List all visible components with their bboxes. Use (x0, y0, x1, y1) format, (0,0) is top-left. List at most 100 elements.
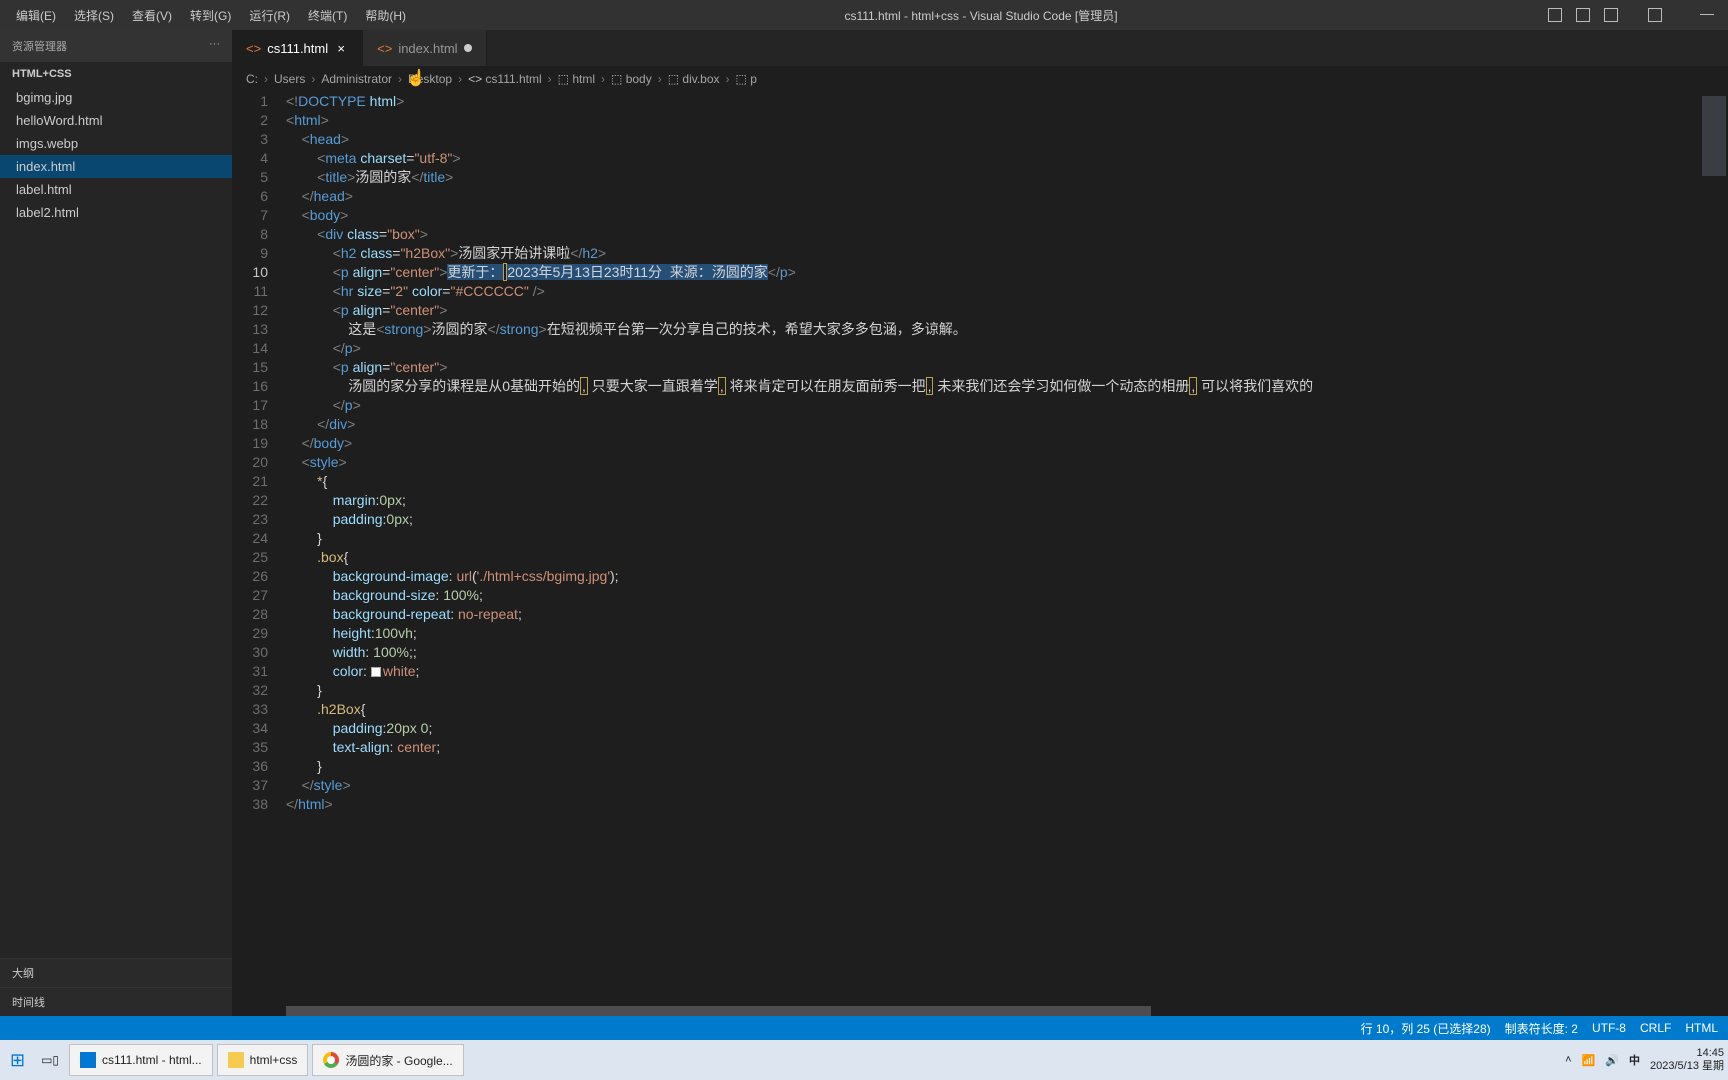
menu-item[interactable]: 帮助(H) (357, 3, 414, 28)
code-line[interactable]: background-image: url('./html+css/bgimg.… (286, 567, 1728, 586)
code-line[interactable]: *{ (286, 472, 1728, 491)
file-item[interactable]: imgs.webp (0, 132, 232, 155)
code-line[interactable]: </div> (286, 415, 1728, 434)
editor-tab[interactable]: <>index.html (363, 30, 486, 66)
code-line[interactable]: <html> (286, 111, 1728, 130)
code-line[interactable]: } (286, 681, 1728, 700)
menu-item[interactable]: 终端(T) (300, 3, 355, 28)
volume-icon[interactable]: 🔊 (1605, 1054, 1619, 1067)
menu-item[interactable]: 转到(G) (182, 3, 239, 28)
task-view-button[interactable]: ▭▯ (35, 1044, 65, 1076)
menu-item[interactable]: 编辑(E) (8, 3, 64, 28)
window-title: cs111.html - html+css - Visual Studio Co… (414, 7, 1548, 24)
breadcrumb-item[interactable]: ⬚ html (558, 72, 595, 86)
breadcrumb-item[interactable]: ⬚ div.box (668, 72, 720, 86)
code-line[interactable]: width: 100%;; (286, 643, 1728, 662)
code-editor[interactable]: 1234567891011121314151617181920212223242… (232, 92, 1728, 1016)
breadcrumb-item[interactable]: <> cs111.html (468, 72, 542, 86)
file-item[interactable]: label2.html (0, 201, 232, 224)
scrollbar-thumb[interactable] (286, 1006, 1151, 1016)
language-mode[interactable]: HTML (1685, 1021, 1718, 1035)
outline-section[interactable]: 大纲 (0, 958, 232, 987)
encoding[interactable]: UTF-8 (1592, 1021, 1626, 1035)
code-line[interactable]: <p align="center"> (286, 358, 1728, 377)
breadcrumb-item[interactable]: ⬚ p (736, 72, 757, 86)
line-number: 18 (232, 415, 268, 434)
project-name[interactable]: HTML+CSS (0, 62, 232, 86)
code-line[interactable]: <head> (286, 130, 1728, 149)
code-line[interactable]: </body> (286, 434, 1728, 453)
minimap[interactable] (1700, 92, 1728, 1016)
eol[interactable]: CRLF (1640, 1021, 1671, 1035)
file-item[interactable]: label.html (0, 178, 232, 201)
chevron-right-icon: › (726, 72, 730, 86)
code-line[interactable]: <div class="box"> (286, 225, 1728, 244)
code-line[interactable]: <p align="center"> (286, 301, 1728, 320)
cursor-position[interactable]: 行 10，列 25 (已选择28) (1361, 1020, 1491, 1037)
menu-item[interactable]: 选择(S) (66, 3, 122, 28)
code-line[interactable]: <h2 class="h2Box">汤圆家开始讲课啦</h2> (286, 244, 1728, 263)
code-line[interactable]: height:100vh; (286, 624, 1728, 643)
code-line[interactable]: padding:0px; (286, 510, 1728, 529)
code-line[interactable]: <style> (286, 453, 1728, 472)
code-line[interactable]: </p> (286, 396, 1728, 415)
menu-item[interactable]: 查看(V) (124, 3, 180, 28)
file-item[interactable]: index.html (0, 155, 232, 178)
code-line[interactable]: </head> (286, 187, 1728, 206)
clock[interactable]: 14:45 2023/5/13 星期 (1650, 1047, 1724, 1073)
code-line[interactable]: 这是<strong>汤圆的家</strong>在短视频平台第一次分享自己的技术，… (286, 320, 1728, 339)
code-content[interactable]: <!DOCTYPE html><html> <head> <meta chars… (286, 92, 1728, 1016)
code-line[interactable]: <hr size="2" color="#CCCCCC" /> (286, 282, 1728, 301)
timeline-section[interactable]: 时间线 (0, 987, 232, 1016)
minimize-icon[interactable] (1700, 14, 1714, 22)
code-line[interactable]: padding:20px 0; (286, 719, 1728, 738)
layout-secondary-side-icon[interactable] (1604, 8, 1618, 22)
code-line[interactable]: <meta charset="utf-8"> (286, 149, 1728, 168)
code-line[interactable]: <!DOCTYPE html> (286, 92, 1728, 111)
task-view-icon: ▭▯ (41, 1053, 59, 1067)
tab-size[interactable]: 制表符长度: 2 (1505, 1020, 1578, 1037)
file-icon: <> (246, 41, 261, 56)
start-button[interactable]: ⊞ (4, 1044, 31, 1076)
code-line[interactable]: background-size: 100%; (286, 586, 1728, 605)
code-line[interactable]: background-repeat: no-repeat; (286, 605, 1728, 624)
taskbar-app[interactable]: cs111.html - html... (69, 1044, 213, 1076)
code-line[interactable]: <body> (286, 206, 1728, 225)
taskbar-app[interactable]: html+css (217, 1044, 309, 1076)
horizontal-scrollbar[interactable] (286, 1006, 1728, 1016)
network-icon[interactable]: 📶 (1582, 1054, 1596, 1067)
code-line[interactable]: 汤圆的家分享的课程是从0基础开始的, 只要大家一直跟着学, 将来肯定可以在朋友面… (286, 377, 1728, 396)
chrome-icon (323, 1052, 339, 1068)
code-line[interactable]: </style> (286, 776, 1728, 795)
menu-item[interactable]: 运行(R) (241, 3, 298, 28)
code-line[interactable]: } (286, 757, 1728, 776)
taskbar-app[interactable]: 汤圆的家 - Google... (312, 1044, 463, 1076)
file-item[interactable]: bgimg.jpg (0, 86, 232, 109)
code-line[interactable]: margin:0px; (286, 491, 1728, 510)
code-line[interactable]: .h2Box{ (286, 700, 1728, 719)
layout-panel-icon[interactable] (1576, 8, 1590, 22)
layout-primary-side-icon[interactable] (1548, 8, 1562, 22)
code-line[interactable]: } (286, 529, 1728, 548)
code-line[interactable]: .box{ (286, 548, 1728, 567)
close-icon[interactable]: × (334, 42, 348, 56)
code-line[interactable]: color: white; (286, 662, 1728, 681)
code-line[interactable]: text-align: center; (286, 738, 1728, 757)
code-line[interactable]: </html> (286, 795, 1728, 814)
breadcrumb-item[interactable]: Users (274, 72, 305, 86)
code-line[interactable]: <p align="center">更新于：2023年5月13日23时11分 来… (286, 263, 1728, 282)
file-item[interactable]: helloWord.html (0, 109, 232, 132)
breadcrumb-item[interactable]: ⬚ body (611, 72, 652, 86)
ellipsis-icon[interactable]: ··· (209, 38, 220, 54)
tray-chevron-icon[interactable]: ˄ (1565, 1054, 1571, 1066)
layout-customize-icon[interactable] (1648, 8, 1662, 22)
code-line[interactable]: <title>汤圆的家</title> (286, 168, 1728, 187)
breadcrumb[interactable]: C:›Users›Administrator›Desktop›<> cs111.… (232, 66, 1728, 92)
breadcrumb-item[interactable]: Administrator (321, 72, 392, 86)
breadcrumb-item[interactable]: Desktop (408, 72, 452, 86)
code-line[interactable]: </p> (286, 339, 1728, 358)
chevron-right-icon: › (311, 72, 315, 86)
ime-indicator[interactable]: 中 (1629, 1052, 1640, 1068)
breadcrumb-item[interactable]: C: (246, 72, 258, 86)
editor-tab[interactable]: <>cs111.html× (232, 30, 363, 66)
